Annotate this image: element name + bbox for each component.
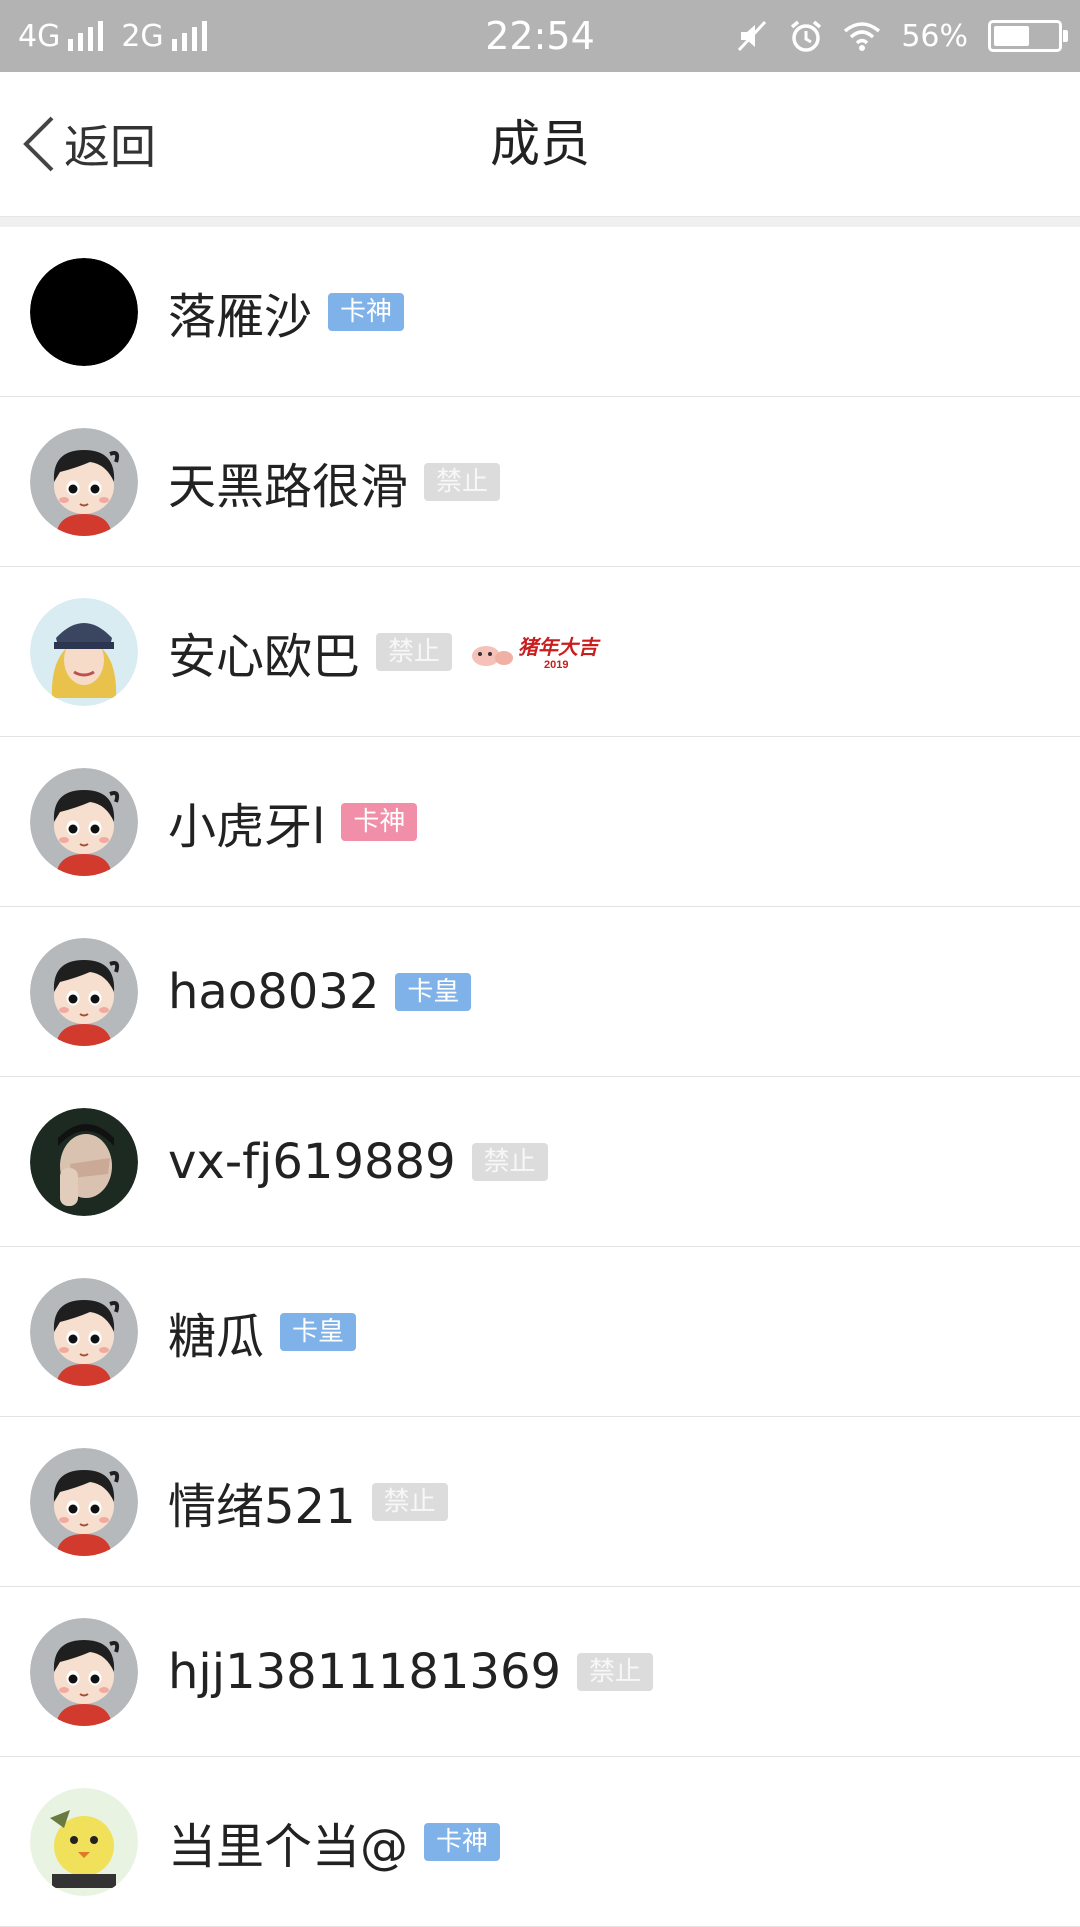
new-year-sticker: 猪年大吉 2019 xyxy=(468,628,608,676)
battery-percent: 56% xyxy=(901,18,968,54)
member-row[interactable]: hjj13811181369 禁止 xyxy=(0,1587,1080,1757)
member-name: 情绪521 xyxy=(168,1478,356,1535)
member-info: 安心欧巴 禁止 猪年大吉 2019 xyxy=(168,617,608,687)
cartoon-boy-avatar[interactable] xyxy=(30,1617,138,1726)
member-badge: 卡神 xyxy=(424,1822,501,1861)
cartoon-boy-avatar[interactable] xyxy=(30,427,138,536)
member-info: 糖瓜 卡皇 xyxy=(168,1297,357,1367)
member-badge: 禁止 xyxy=(577,1652,654,1691)
member-badge: 卡皇 xyxy=(395,972,472,1011)
member-info: 天黑路很滑 禁止 xyxy=(168,447,501,517)
member-info: 落雁沙 卡神 xyxy=(168,277,405,347)
member-name: 小虎牙l xyxy=(168,798,326,855)
member-name: 落雁沙 xyxy=(168,288,313,345)
member-name: 当里个当@ xyxy=(168,1818,409,1875)
member-badge: 禁止 xyxy=(424,462,501,501)
member-info: 当里个当@ 卡神 xyxy=(168,1807,501,1877)
member-name: vx-fj619889 xyxy=(168,1133,456,1190)
member-info: 情绪521 禁止 xyxy=(168,1467,448,1537)
alarm-icon xyxy=(791,20,822,52)
member-info: hao8032 卡皇 xyxy=(168,963,472,1020)
member-row[interactable]: 小虎牙l 卡神 xyxy=(0,737,1080,907)
member-badge: 卡神 xyxy=(341,802,418,841)
member-info: vx-fj619889 禁止 xyxy=(168,1134,548,1190)
member-row[interactable]: 情绪521 禁止 xyxy=(0,1417,1080,1587)
member-badge: 卡神 xyxy=(328,292,405,331)
member-row[interactable]: 落雁沙 卡神 xyxy=(0,227,1080,397)
member-name: 安心欧巴 xyxy=(168,628,361,685)
photo-man-avatar[interactable] xyxy=(30,1107,138,1216)
cartoon-boy-avatar[interactable] xyxy=(30,767,138,876)
cartoon-boy-avatar[interactable] xyxy=(30,1277,138,1386)
member-row[interactable]: hao8032 卡皇 xyxy=(0,907,1080,1077)
photo-girl-avatar[interactable] xyxy=(30,597,138,706)
member-row[interactable]: 当里个当@ 卡神 xyxy=(0,1757,1080,1927)
member-name: 天黑路很滑 xyxy=(168,458,409,515)
svg-text:2019: 2019 xyxy=(544,659,568,671)
member-list: 落雁沙 卡神 天黑路很滑 禁止 安心欧巴 禁止 猪年大吉 2019 小虎牙l 卡神 hao8032 卡… xyxy=(0,227,1080,1927)
member-badge: 禁止 xyxy=(376,632,453,671)
battery-fill xyxy=(994,26,1029,46)
wifi-icon xyxy=(844,22,881,51)
status-bar: 4G 2G 22:54 56% xyxy=(0,0,1080,72)
member-row[interactable]: 糖瓜 卡皇 xyxy=(0,1247,1080,1417)
member-badge: 卡皇 xyxy=(280,1312,357,1351)
nav-bar: 返回 成员 xyxy=(0,72,1080,217)
status-right: 56% xyxy=(737,0,1068,72)
member-name: 糖瓜 xyxy=(168,1308,265,1365)
battery-icon xyxy=(988,20,1068,52)
member-info: hjj13811181369 禁止 xyxy=(168,1643,654,1700)
silent-icon xyxy=(738,20,767,52)
member-row[interactable]: 安心欧巴 禁止 猪年大吉 2019 xyxy=(0,567,1080,737)
member-row[interactable]: vx-fj619889 禁止 xyxy=(0,1077,1080,1247)
member-row[interactable]: 天黑路很滑 禁止 xyxy=(0,397,1080,567)
svg-text:猪年大吉: 猪年大吉 xyxy=(518,636,601,659)
member-name: hjj13811181369 xyxy=(168,1643,562,1700)
cartoon-boy-avatar[interactable] xyxy=(30,937,138,1046)
page-title: 成员 xyxy=(490,115,590,173)
cartoon-boy-avatar[interactable] xyxy=(30,1447,138,1556)
divider xyxy=(0,217,1080,227)
member-badge: 禁止 xyxy=(371,1482,448,1521)
black-avatar[interactable] xyxy=(30,257,138,366)
member-badge: 禁止 xyxy=(471,1142,548,1181)
member-info: 小虎牙l 卡神 xyxy=(168,787,418,857)
member-name: hao8032 xyxy=(168,963,380,1020)
cartoon-chick-avatar[interactable] xyxy=(30,1787,138,1896)
